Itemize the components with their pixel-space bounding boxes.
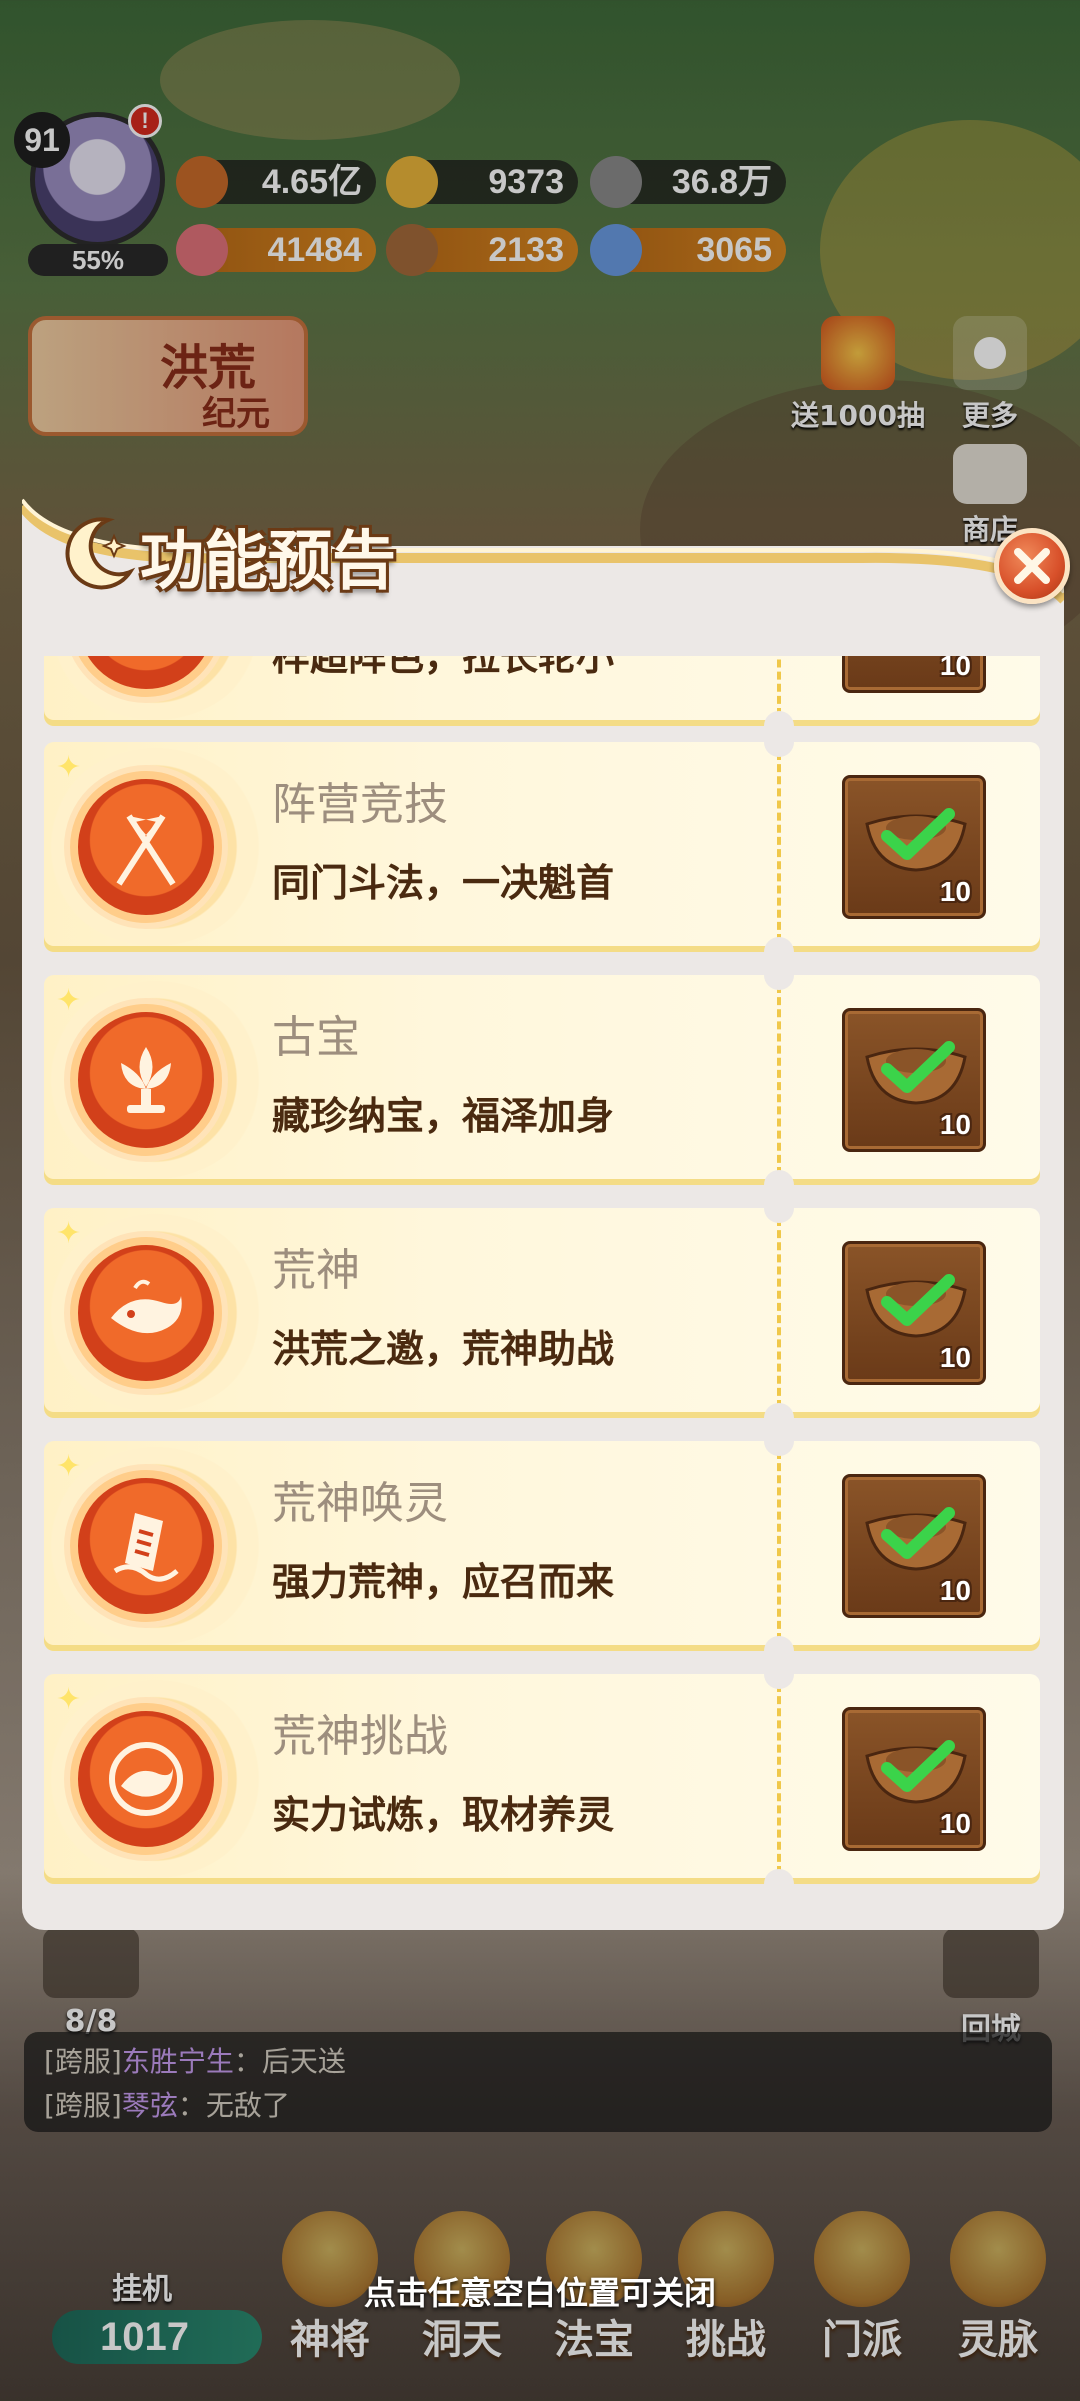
reward-box[interactable]: 10 [842,1008,986,1152]
close-icon [1014,548,1050,584]
ticket-divider [777,752,781,942]
modal-title: 功能预告 [140,525,396,599]
close-button[interactable] [994,528,1070,604]
reward-box[interactable]: 10 [842,1707,986,1851]
feature-name: 荒神 [272,1245,360,1296]
gold-ingot-check-icon [865,808,967,872]
ticket-notch [764,1869,794,1892]
feature-name: 古宝 [272,1012,360,1063]
feature-desc: 样超阵色，拉长轮小 [272,656,615,679]
gold-ingot-check-icon [865,1507,967,1571]
sparkle-icon: ✦ [56,1449,82,1484]
whale-icon [70,1237,222,1389]
feature-card: ✦ 荒神唤灵 强力荒神，应召而来 10 [44,1426,1040,1666]
ticket-divider [777,1451,781,1641]
feature-desc: 强力荒神，应召而来 [272,1560,615,1604]
ticket-notch [764,727,794,757]
sparkle-icon: ✦ [56,1682,82,1717]
moon-icon [65,517,136,590]
feature-name: 荒神唤灵 [272,1478,448,1529]
reward-quantity: 10 [939,1342,971,1373]
ticket-divider [777,656,781,716]
feature-name: 阵营竞技 [272,779,448,830]
ticket-notch [764,960,794,990]
close-hint: 点击任意空白位置可关闭 [363,2274,716,2312]
ticket-divider [777,1684,781,1874]
reward-quantity: 10 [939,656,971,681]
feature-desc: 同门斗法，一决魁首 [272,861,615,905]
reward-box[interactable]: 10 [842,1241,986,1385]
reward-quantity: 10 [939,1808,971,1839]
ticket-notch [764,1426,794,1456]
reward-quantity: 10 [939,1575,971,1606]
feature-list[interactable]: 样超阵色，拉长轮小 10 ✦ 阵营竞技 同门斗法，一决魁首 10 ✦ 古宝 藏珍… [44,656,1044,1892]
gold-ingot-check-icon [865,1274,967,1338]
feature-desc: 洪荒之邀，荒神助战 [272,1327,615,1371]
reward-quantity: 10 [939,876,971,907]
reward-box[interactable]: 10 [842,656,986,693]
gold-ingot-check-icon [865,1740,967,1804]
feature-card: ✦ 阵营竞技 同门斗法，一决魁首 10 [44,727,1040,967]
sparkle-icon: ✦ [56,983,82,1018]
feature-desc: 藏珍纳宝，福泽加身 [272,1094,615,1138]
feature-card: ✦ 古宝 藏珍纳宝，福泽加身 10 [44,960,1040,1200]
crossed-flags-icon [70,771,222,923]
sparkle-icon: ✦ [56,750,82,785]
sparkle-icon: ✦ [56,1216,82,1251]
reward-quantity: 10 [939,1109,971,1140]
reward-box[interactable]: 10 [842,775,986,919]
ticket-notch [764,1193,794,1223]
talisman-icon [70,1470,222,1622]
feature-card: 样超阵色，拉长轮小 10 [44,656,1040,741]
ticket-notch [764,1659,794,1689]
gold-ingot-check-icon [865,1041,967,1105]
ticket-divider [777,985,781,1175]
feature-card: ✦ 荒神 洪荒之邀，荒神助战 10 [44,1193,1040,1433]
reward-box[interactable]: 10 [842,1474,986,1618]
lotus-icon [70,1004,222,1156]
feature-desc: 实力试炼，取材养灵 [272,1793,615,1837]
whale-emblem-icon [70,1703,222,1855]
feature-name: 荒神挑战 [272,1711,448,1762]
feature-card: ✦ 荒神挑战 实力试炼，取材养灵 10 [44,1659,1040,1892]
ticket-divider [777,1218,781,1408]
